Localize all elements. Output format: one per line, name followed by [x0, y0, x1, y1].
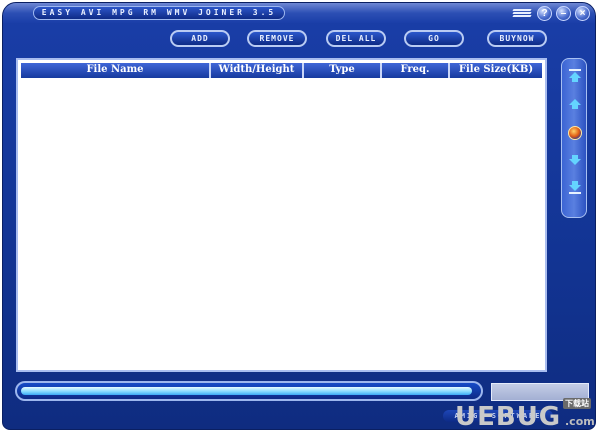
title-bar[interactable]: EASY AVI MPG RM WMV JOINER 3.5 ? – ×: [3, 3, 595, 23]
column-header-width-height[interactable]: Width/Height: [211, 63, 304, 78]
help-button[interactable]: ?: [537, 6, 552, 21]
buy-now-button[interactable]: BUYNOW: [487, 30, 547, 47]
column-header-freq[interactable]: Freq.: [382, 63, 450, 78]
app-window: EASY AVI MPG RM WMV JOINER 3.5 ? – × ADD…: [2, 2, 596, 430]
close-button[interactable]: ×: [575, 6, 590, 21]
watermark-domain: .com: [565, 415, 595, 428]
add-button[interactable]: ADD: [170, 30, 230, 47]
file-list[interactable]: File Name Width/Height Type Freq. File S…: [16, 58, 547, 372]
go-button[interactable]: GO: [404, 30, 464, 47]
progress-fill: [21, 387, 472, 395]
watermark-badge: 下载站: [563, 398, 591, 409]
file-list-header: File Name Width/Height Type Freq. File S…: [21, 63, 542, 78]
move-to-bottom-icon[interactable]: [567, 181, 583, 197]
menu-icon[interactable]: [512, 8, 532, 20]
watermark-site: UEBUG: [455, 402, 562, 432]
move-up-icon[interactable]: [567, 97, 583, 113]
column-header-file-name[interactable]: File Name: [21, 63, 211, 78]
move-to-top-icon[interactable]: [567, 69, 583, 85]
move-down-icon[interactable]: [567, 153, 583, 169]
del-all-button[interactable]: DEL ALL: [326, 30, 386, 47]
minimize-button[interactable]: –: [556, 6, 571, 21]
remove-button[interactable]: REMOVE: [247, 30, 307, 47]
window-title: EASY AVI MPG RM WMV JOINER 3.5: [33, 6, 285, 20]
column-header-file-size[interactable]: File Size(KB): [450, 63, 542, 78]
column-header-type[interactable]: Type: [304, 63, 382, 78]
order-controls: [561, 58, 587, 218]
progress-bar: [15, 381, 483, 401]
play-icon[interactable]: [567, 125, 583, 141]
